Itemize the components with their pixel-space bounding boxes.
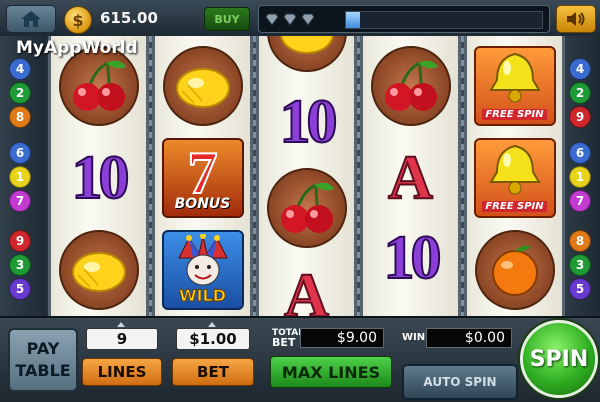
- lemon-icon: [175, 68, 230, 108]
- diamond-gem-icon: [301, 13, 315, 26]
- free-spin-symbol-text: FREE SPIN: [482, 109, 547, 120]
- payline-badge[interactable]: 8: [9, 106, 31, 128]
- lemon-icon: [71, 252, 126, 292]
- free-spin-symbol-text: FREE SPIN: [482, 201, 547, 212]
- payline-badge[interactable]: 7: [569, 190, 591, 212]
- spin-button[interactable]: SPIN: [520, 320, 598, 398]
- level-progress-panel: [258, 5, 550, 33]
- joker-wild-symbol: WILD: [155, 224, 250, 316]
- bell-free-spin-symbol: FREE SPIN: [467, 40, 562, 132]
- pay-table-button[interactable]: PAY TABLE: [8, 328, 78, 392]
- bet-increase-arrow[interactable]: [208, 322, 216, 327]
- ace-symbol-text: A: [283, 262, 330, 316]
- cherry-symbol: [363, 40, 458, 132]
- seven-symbol-text: 7: [187, 140, 219, 206]
- payline-badge[interactable]: 1: [569, 166, 591, 188]
- payline-badge[interactable]: 9: [9, 230, 31, 252]
- orange-icon: [491, 245, 538, 296]
- payline-badge[interactable]: 7: [9, 190, 31, 212]
- payline-badge[interactable]: 6: [9, 142, 31, 164]
- lines-value: 9: [86, 328, 158, 350]
- bet-button[interactable]: BET: [172, 358, 254, 386]
- diamond-gem-icon: [283, 13, 297, 26]
- payline-badge[interactable]: 5: [9, 278, 31, 300]
- payline-badge[interactable]: 6: [569, 142, 591, 164]
- cherry-symbol: [259, 162, 354, 254]
- ten-symbol: 10: [51, 132, 146, 224]
- xp-progress-bar: [345, 11, 543, 29]
- buy-coins-button[interactable]: BUY: [204, 7, 250, 31]
- wild-symbol-text: WILD: [178, 286, 227, 306]
- seven-bonus-symbol: 7 BONUS: [155, 132, 250, 224]
- total-bet-value: $9.00: [300, 328, 384, 348]
- coin-icon: $: [64, 6, 92, 34]
- speaker-icon: [567, 12, 585, 26]
- cherry-icon: [384, 60, 438, 111]
- payline-badge[interactable]: 4: [569, 58, 591, 80]
- payline-badge[interactable]: 8: [569, 230, 591, 252]
- ace-symbol-text: A: [387, 144, 434, 212]
- auto-spin-button[interactable]: AUTO SPIN: [402, 364, 518, 400]
- ace-symbol: A: [259, 250, 354, 316]
- cherry-icon: [280, 182, 334, 233]
- lemon-symbol: [51, 224, 146, 316]
- coin-balance: 615.00: [100, 9, 158, 27]
- win-value: $0.00: [426, 328, 512, 348]
- pay-table-label: TABLE: [15, 361, 71, 380]
- reel-1: 10: [48, 36, 149, 316]
- ace-symbol: A: [363, 132, 458, 224]
- bet-value: $1.00: [176, 328, 250, 350]
- bonus-symbol-text: BONUS: [174, 196, 231, 212]
- ten-symbol: 10: [363, 212, 458, 304]
- diamond-gem-icon: [265, 13, 279, 26]
- payline-badge[interactable]: 2: [9, 82, 31, 104]
- lines-increase-arrow[interactable]: [117, 322, 125, 327]
- reel-2: 7 BONUS WILD: [152, 36, 253, 316]
- payline-badge[interactable]: 5: [569, 278, 591, 300]
- lines-button[interactable]: LINES: [82, 358, 162, 386]
- joker-icon: [177, 234, 228, 286]
- sound-button[interactable]: [556, 5, 596, 33]
- ten-symbol-text: 10: [279, 88, 339, 156]
- max-lines-button[interactable]: MAX LINES: [270, 356, 392, 388]
- ten-symbol-text: 10: [383, 224, 443, 292]
- lemon-symbol: [259, 36, 354, 78]
- orange-symbol: [467, 224, 562, 316]
- cherry-icon: [72, 60, 126, 111]
- payline-badge[interactable]: 3: [569, 254, 591, 276]
- lemon-icon: [279, 36, 334, 54]
- bell-icon: [488, 52, 541, 103]
- payline-badge[interactable]: 1: [9, 166, 31, 188]
- payline-badge[interactable]: 2: [569, 82, 591, 104]
- reel-area: 4 2 8 6 1 7 9 3 5 4 2 9 6 1 7 8 3 5 10 7…: [0, 36, 600, 316]
- watermark-logo: MyAppWorld: [16, 38, 138, 58]
- ten-symbol: 10: [259, 76, 354, 168]
- lemon-symbol: [155, 40, 250, 132]
- reel-4: A 10: [360, 36, 461, 316]
- payline-badge[interactable]: 4: [9, 58, 31, 80]
- ten-symbol-text: 10: [71, 144, 131, 212]
- bell-icon: [488, 144, 541, 195]
- payline-badge[interactable]: 3: [9, 254, 31, 276]
- pay-table-label: PAY: [26, 339, 60, 358]
- xp-progress-fill: [346, 12, 360, 28]
- home-icon: [21, 11, 41, 27]
- win-label: WIN: [402, 332, 426, 343]
- payline-badge[interactable]: 9: [569, 106, 591, 128]
- reel-3: 10 A: [256, 36, 357, 316]
- reel-5: FREE SPIN FREE SPIN: [464, 36, 565, 316]
- bell-free-spin-symbol: FREE SPIN: [467, 132, 562, 224]
- home-button[interactable]: [6, 5, 56, 33]
